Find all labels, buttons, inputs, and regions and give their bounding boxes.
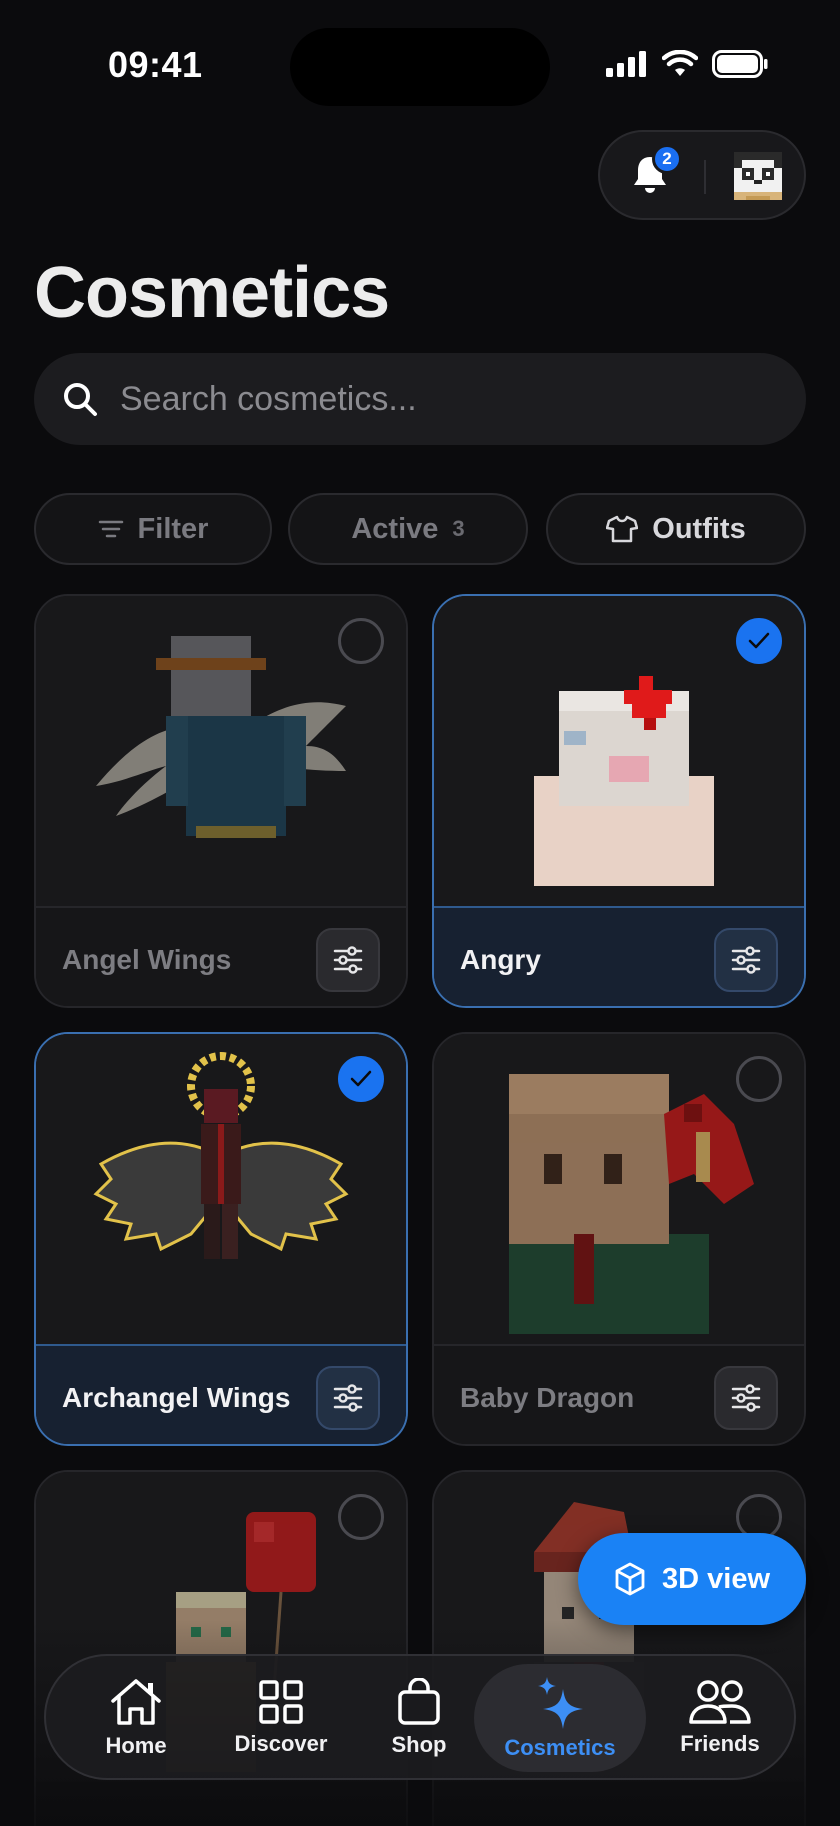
card-footer: Baby Dragon xyxy=(434,1344,804,1444)
outfits-chip[interactable]: Outfits xyxy=(546,493,806,565)
cosmetic-name: Angel Wings xyxy=(62,944,232,975)
status-time: 09:41 xyxy=(108,44,203,85)
home-icon xyxy=(111,1679,161,1725)
signal-icon xyxy=(606,51,646,77)
select-radio[interactable] xyxy=(736,618,782,664)
tab-label: Friends xyxy=(680,1731,760,1756)
customize-button[interactable] xyxy=(316,928,380,992)
select-radio[interactable] xyxy=(338,618,384,664)
active-count: 3 xyxy=(452,516,465,541)
select-radio[interactable] xyxy=(736,1056,782,1102)
checkmark-icon xyxy=(748,632,770,649)
tab-label: Cosmetics xyxy=(504,1735,616,1760)
cosmetic-card-baby-dragon[interactable]: Baby Dragon xyxy=(432,1032,806,1446)
cosmetic-card-angry[interactable]: Angry xyxy=(432,594,806,1008)
tab-friends[interactable]: Friends xyxy=(660,1664,780,1772)
account-pill: 2 xyxy=(598,130,806,220)
tab-bar: Home Discover Shop Cosmetics Friends xyxy=(44,1654,796,1780)
tab-home[interactable]: Home xyxy=(76,1664,196,1772)
panda-avatar-icon xyxy=(734,152,782,200)
select-radio[interactable] xyxy=(338,1494,384,1540)
tab-shop[interactable]: Shop xyxy=(364,1664,474,1772)
customize-button[interactable] xyxy=(714,928,778,992)
card-footer: Angel Wings xyxy=(36,906,406,1006)
search-bar[interactable] xyxy=(34,353,806,445)
cosmetic-card-archangel-wings[interactable]: Archangel Wings xyxy=(34,1032,408,1446)
sliders-icon xyxy=(731,1384,761,1412)
tab-label: Home xyxy=(105,1733,167,1758)
customize-button[interactable] xyxy=(714,1366,778,1430)
card-footer: Archangel Wings xyxy=(36,1344,406,1444)
3d-view-button[interactable]: 3D view xyxy=(578,1533,806,1625)
filter-chip[interactable]: Filter xyxy=(34,493,272,565)
sliders-icon xyxy=(333,1384,363,1412)
people-icon xyxy=(689,1680,751,1724)
search-icon xyxy=(64,383,97,416)
pill-divider xyxy=(704,160,706,194)
dynamic-island xyxy=(290,28,550,106)
cosmetic-card-angel-wings[interactable]: Angel Wings xyxy=(34,594,408,1008)
grid-icon xyxy=(259,1680,303,1724)
3d-view-label: 3D view xyxy=(662,1562,770,1595)
avatar[interactable] xyxy=(730,148,786,204)
cosmetic-name: Archangel Wings xyxy=(62,1382,291,1413)
search-input[interactable] xyxy=(120,379,760,419)
select-radio[interactable] xyxy=(338,1056,384,1102)
tab-cosmetics[interactable]: Cosmetics xyxy=(474,1664,646,1772)
battery-icon xyxy=(712,50,768,78)
sliders-icon xyxy=(333,946,363,974)
notification-badge: 2 xyxy=(652,144,682,174)
outfits-label: Outfits xyxy=(652,512,746,545)
customize-button[interactable] xyxy=(316,1366,380,1430)
cosmetic-name: Angry xyxy=(460,944,541,975)
sliders-icon xyxy=(731,946,761,974)
wifi-icon xyxy=(662,50,698,76)
filter-label: Filter xyxy=(137,512,209,545)
card-footer: Angry xyxy=(434,906,804,1006)
status-bar: 09:41 xyxy=(0,0,840,140)
cosmetic-name: Baby Dragon xyxy=(460,1382,635,1413)
tab-discover[interactable]: Discover xyxy=(216,1664,346,1772)
checkmark-icon xyxy=(350,1070,372,1087)
tshirt-icon xyxy=(606,515,639,543)
active-label: Active xyxy=(351,512,439,545)
tab-label: Discover xyxy=(234,1731,328,1756)
filter-icon xyxy=(98,520,123,538)
tab-label: Shop xyxy=(391,1732,447,1757)
bag-icon xyxy=(398,1678,440,1725)
status-icons xyxy=(606,50,768,78)
active-chip[interactable]: Active 3 xyxy=(288,493,528,565)
sparkles-icon xyxy=(538,1677,583,1729)
cube-icon xyxy=(615,1562,645,1596)
page-title: Cosmetics xyxy=(34,253,390,333)
